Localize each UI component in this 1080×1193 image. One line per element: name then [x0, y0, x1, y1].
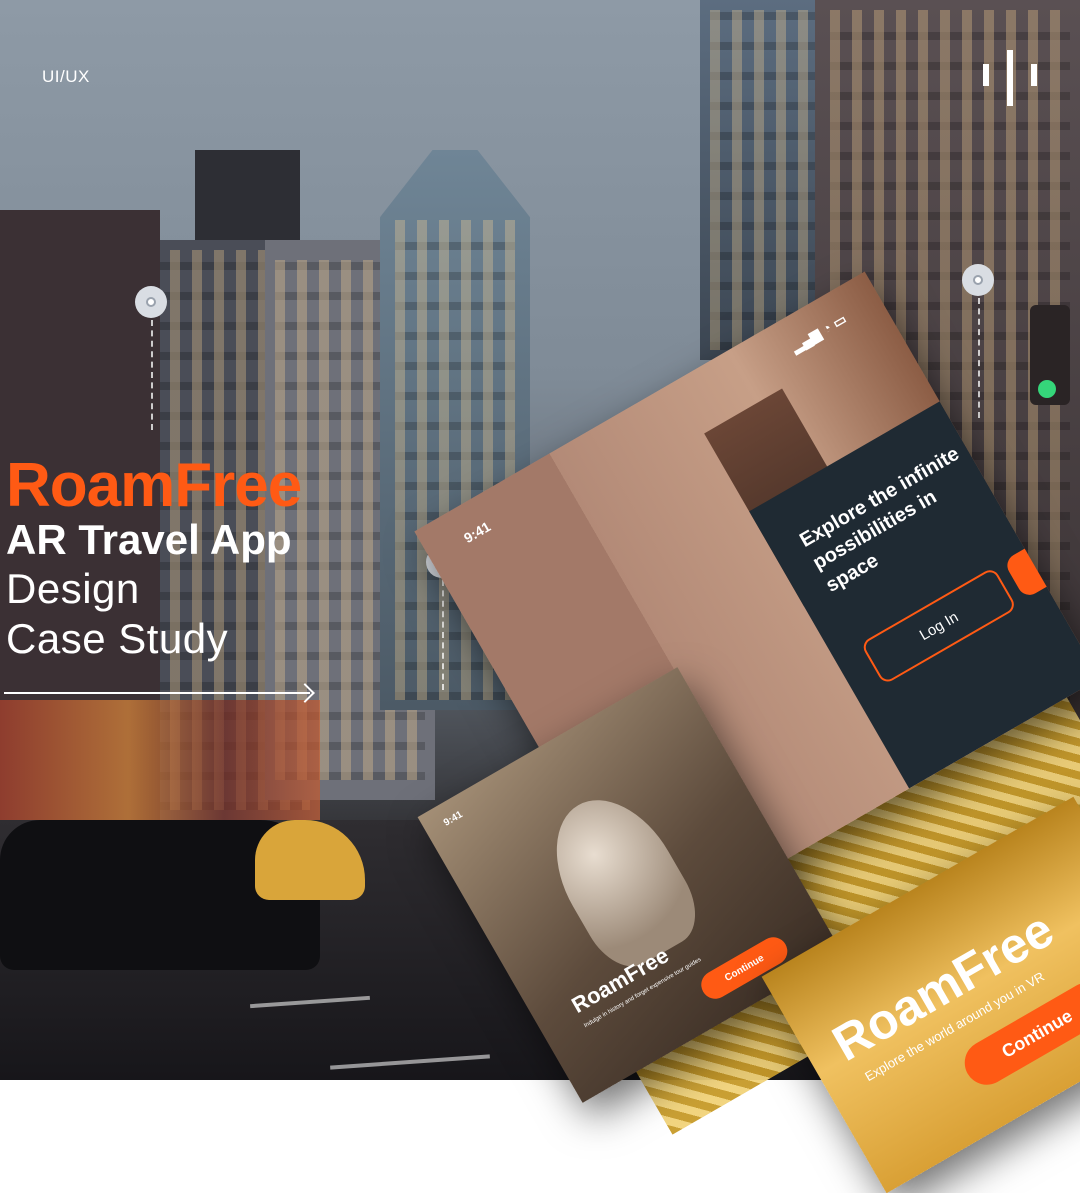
statue-image	[530, 777, 711, 980]
status-time: 9:41	[441, 809, 465, 829]
arrow-right-icon	[4, 692, 310, 694]
pin-dashed-line	[978, 298, 980, 418]
storefront-lights	[0, 700, 320, 820]
pin-dashed-line	[442, 580, 444, 690]
bars-logo-icon	[983, 50, 1041, 106]
title-block: RoamFree AR Travel App Design Case Study	[6, 451, 302, 664]
subtitle: AR Travel App	[6, 516, 292, 563]
title-line-case-study: Case Study	[6, 615, 229, 662]
traffic-light-green	[1038, 380, 1056, 398]
brand-title: RoamFree	[6, 451, 302, 520]
category-label: UI/UX	[42, 67, 90, 86]
location-pin-icon	[135, 286, 167, 318]
pin-dashed-line	[151, 320, 153, 430]
building	[195, 150, 300, 240]
location-pin-icon	[962, 264, 994, 296]
status-icons: ▂▄▆ ◔ ▭	[788, 310, 850, 355]
status-time: 9:41	[460, 518, 494, 547]
building-windows	[710, 10, 820, 350]
title-line-design: Design	[6, 565, 140, 612]
